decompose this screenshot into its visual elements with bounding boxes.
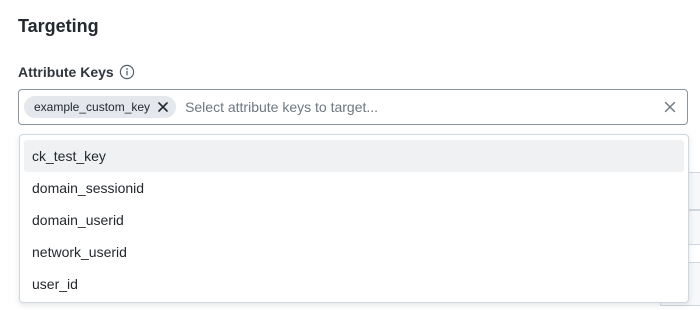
dropdown-option[interactable]: domain_sessionid: [24, 172, 684, 204]
section-title: Targeting: [18, 16, 99, 36]
field-label-row: Attribute Keys: [18, 63, 136, 81]
attribute-keys-select[interactable]: example_custom_key: [18, 89, 688, 125]
chip-label: example_custom_key: [34, 100, 151, 114]
attribute-keys-dropdown: ck_test_key domain_sessionid domain_user…: [19, 134, 689, 303]
dropdown-option[interactable]: ck_test_key: [24, 140, 684, 172]
info-icon[interactable]: [118, 63, 136, 81]
dropdown-option[interactable]: user_id: [24, 268, 684, 300]
clear-selection-button[interactable]: [661, 98, 679, 116]
attribute-keys-search-input[interactable]: [185, 92, 661, 122]
dropdown-option[interactable]: domain_userid: [24, 204, 684, 236]
dropdown-option[interactable]: network_userid: [24, 236, 684, 268]
field-label: Attribute Keys: [18, 64, 114, 80]
close-icon: [664, 101, 676, 113]
selected-key-chip: example_custom_key: [24, 96, 177, 118]
close-icon[interactable]: [156, 100, 170, 114]
